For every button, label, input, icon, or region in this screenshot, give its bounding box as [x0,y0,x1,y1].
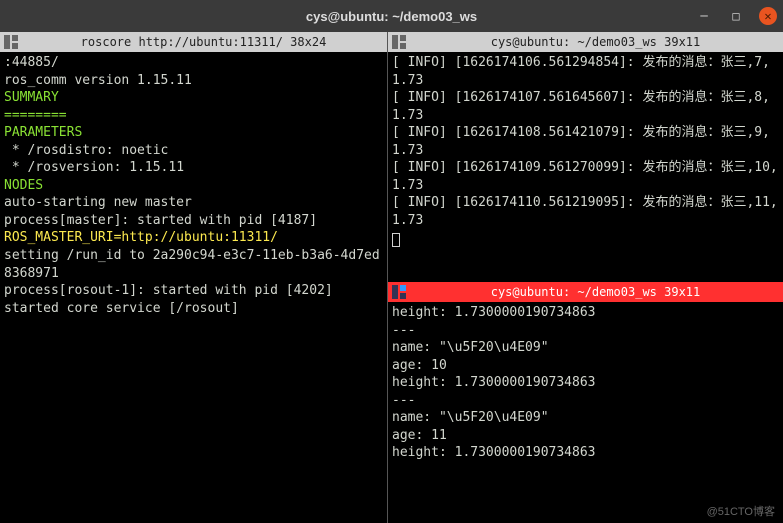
terminal-line: process[rosout-1]: started with pid [420… [4,282,383,300]
terminal-line: setting /run_id to 2a290c94-e3c7-11eb-b3… [4,247,383,282]
terminal-line: [ INFO] [1626174108.561421079]: 发布的消息：张三… [392,124,779,159]
window-title: cys@ubuntu: ~/demo03_ws [306,9,477,24]
terminal-line: SUMMARY [4,89,383,107]
maximize-button[interactable]: □ [727,7,745,25]
terminal-line: started core service [/rosout] [4,300,383,318]
terminal-line: ======== [4,107,383,125]
close-button[interactable]: ✕ [759,7,777,25]
terminal-line: height: 1.7300000190734863 [392,304,779,322]
terminal-line: [ INFO] [1626174110.561219095]: 发布的消息：张三… [392,194,779,229]
split-icon [392,35,406,49]
right-top-tab[interactable]: cys@ubuntu: ~/demo03_ws 39x11 [388,32,783,52]
terminal-line: age: 10 [392,357,779,375]
terminal-line: * /rosdistro: noetic [4,142,383,160]
terminal-line: PARAMETERS [4,124,383,142]
terminal-line: [ INFO] [1626174109.561270099]: 发布的消息：张三… [392,159,779,194]
right-pane: cys@ubuntu: ~/demo03_ws 39x11 [ INFO] [1… [388,32,783,523]
terminal-line: * /rosversion: 1.15.11 [4,159,383,177]
left-pane: roscore http://ubuntu:11311/ 38x24 :4488… [0,32,388,523]
left-terminal[interactable]: :44885/ros_comm version 1.15.11SUMMARY==… [0,52,387,523]
right-bottom-tab[interactable]: cys@ubuntu: ~/demo03_ws 39x11 [388,282,783,302]
terminal-line: :44885/ [4,54,383,72]
terminal-line: --- [392,322,779,340]
right-top-tab-title: cys@ubuntu: ~/demo03_ws 39x11 [412,35,779,49]
terminal-line: NODES [4,177,383,195]
window-controls: ─ □ ✕ [695,7,777,25]
terminal-line: auto-starting new master [4,194,383,212]
terminal-line: [ INFO] [1626174106.561294854]: 发布的消息：张三… [392,54,779,89]
terminal-line: [ INFO] [1626174107.561645607]: 发布的消息：张三… [392,89,779,124]
left-tab-title: roscore http://ubuntu:11311/ 38x24 [24,35,383,49]
terminal-line: age: 11 [392,427,779,445]
terminal-line: ROS_MASTER_URI=http://ubuntu:11311/ [4,229,383,247]
minimize-button[interactable]: ─ [695,7,713,25]
cursor [392,233,400,247]
window-titlebar: cys@ubuntu: ~/demo03_ws ─ □ ✕ [0,0,783,32]
terminal-line: process[master]: started with pid [4187] [4,212,383,230]
terminal-panes: roscore http://ubuntu:11311/ 38x24 :4488… [0,32,783,523]
right-top-terminal[interactable]: [ INFO] [1626174106.561294854]: 发布的消息：张三… [388,52,783,282]
terminal-line: name: "\u5F20\u4E09" [392,339,779,357]
terminal-line: height: 1.7300000190734863 [392,444,779,462]
right-top-pane: cys@ubuntu: ~/demo03_ws 39x11 [ INFO] [1… [388,32,783,282]
terminal-line: height: 1.7300000190734863 [392,374,779,392]
terminal-line: name: "\u5F20\u4E09" [392,409,779,427]
terminal-line: --- [392,392,779,410]
watermark: @51CTO博客 [707,503,775,519]
right-bottom-pane: cys@ubuntu: ~/demo03_ws 39x11 height: 1.… [388,282,783,523]
left-pane-tab[interactable]: roscore http://ubuntu:11311/ 38x24 [0,32,387,52]
split-icon [4,35,18,49]
right-bottom-tab-title: cys@ubuntu: ~/demo03_ws 39x11 [412,285,779,299]
right-bottom-terminal[interactable]: height: 1.7300000190734863---name: "\u5F… [388,302,783,523]
terminal-line: ros_comm version 1.15.11 [4,72,383,90]
split-icon [392,285,406,299]
